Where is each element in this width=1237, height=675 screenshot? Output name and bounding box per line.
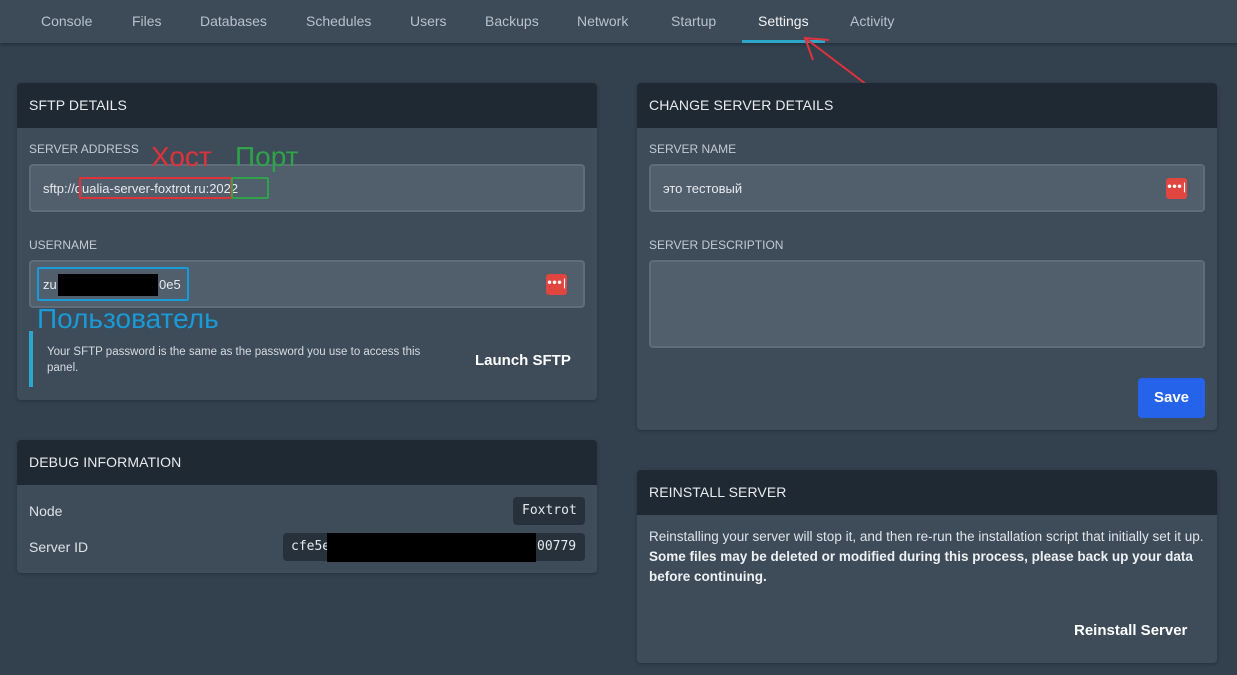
server-name-input[interactable]: это тестовый •••| [649,164,1205,212]
redacted-server-id [327,533,536,562]
tab-files[interactable]: Files [132,0,162,43]
host-annotation-label: Хост [151,141,212,172]
tab-network[interactable]: Network [577,0,628,43]
sftp-info-note: Your SFTP password is the same as the pa… [29,331,449,387]
user-highlight-box [37,267,189,301]
panel-title: CHANGE SERVER DETAILS [637,83,1217,128]
node-value: Foxtrot [513,497,585,525]
tab-console[interactable]: Console [41,0,92,43]
username-label: USERNAME [29,238,98,252]
user-annotation-label: Пользователь [37,303,219,334]
tab-databases[interactable]: Databases [200,0,267,43]
panel-title: DEBUG INFORMATION [17,440,597,485]
server-id-label: Server ID [29,539,89,555]
server-address-label: SERVER ADDRESS [29,142,139,156]
copy-icon[interactable]: •••| [1166,178,1188,199]
tab-schedules[interactable]: Schedules [306,0,371,43]
change-server-details-panel: CHANGE SERVER DETAILS SERVER NAME это те… [637,83,1217,430]
host-highlight-box [79,177,232,199]
save-button[interactable]: Save [1138,378,1205,418]
tab-backups[interactable]: Backups [485,0,539,43]
server-id-start: cfe5e [291,539,331,554]
reinstall-warning-plain: Reinstalling your server will stop it, a… [649,529,1204,544]
reinstall-description: Reinstalling your server will stop it, a… [649,527,1205,587]
node-label: Node [29,503,63,519]
reinstall-server-button[interactable]: Reinstall Server [1074,622,1187,639]
server-name-label: SERVER NAME [649,142,737,156]
port-highlight-box [231,177,269,199]
copy-icon[interactable]: •••| [546,274,568,295]
tab-startup[interactable]: Startup [671,0,716,43]
server-name-value: это тестовый [663,181,743,196]
panel-title: REINSTALL SERVER [637,470,1217,515]
server-description-textarea[interactable] [649,260,1205,348]
port-annotation-label: Порт [235,141,299,172]
launch-sftp-button[interactable]: Launch SFTP [475,352,571,369]
reinstall-warning-bold: Some files may be deleted or modified du… [649,549,1193,584]
server-id-end: 00779 [537,539,577,554]
panel-title: SFTP DETAILS [17,83,597,128]
reinstall-server-panel: REINSTALL SERVER Reinstalling your serve… [637,470,1217,663]
top-navigation: Console Files Databases Schedules Users … [0,0,1237,43]
tab-users[interactable]: Users [410,0,447,43]
address-prefix: sftp:// [43,181,75,196]
server-description-label: SERVER DESCRIPTION [649,238,784,252]
sftp-details-panel: SFTP DETAILS SERVER ADDRESS sftp://quali… [17,83,597,400]
